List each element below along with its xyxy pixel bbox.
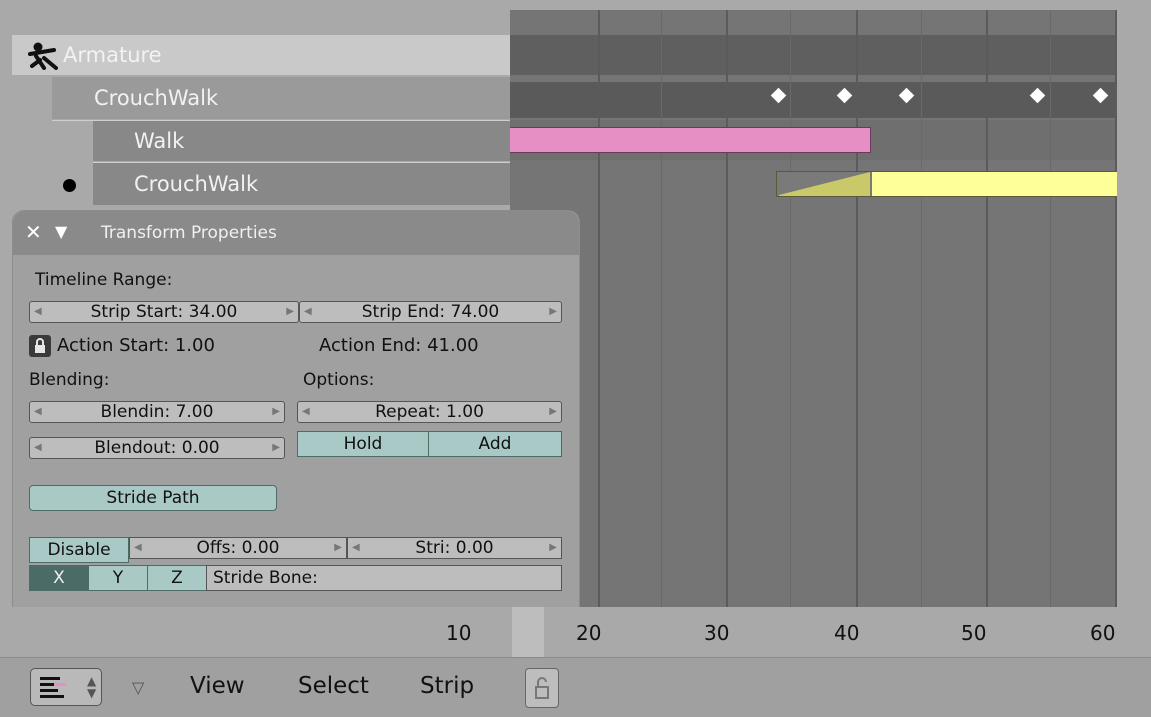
nla-editor: Armature CrouchWalk Walk CrouchWalk ✕ ▼ … [0, 0, 1151, 717]
frame-ruler[interactable]: 10 20 30 40 50 60 [0, 607, 1118, 657]
ruler-tick: 10 [446, 621, 472, 645]
offs-field[interactable]: ◀ Offs: 0.00 ▶ [129, 537, 347, 559]
action-row-band [510, 82, 1117, 118]
strip-start-field[interactable]: ◀ Strip Start: 34.00 ▶ [29, 301, 299, 323]
increment-arrow-icon[interactable]: ▶ [549, 402, 557, 422]
hold-button[interactable]: Hold [297, 431, 429, 457]
walk-strip[interactable] [510, 127, 871, 153]
menu-strip[interactable]: Strip [420, 673, 474, 699]
grid-line [856, 10, 858, 607]
grid-line [790, 10, 791, 607]
add-button[interactable]: Add [428, 431, 562, 457]
armature-row-band [510, 35, 1117, 75]
channel-strip-crouch-label: CrouchWalk [134, 172, 259, 196]
ruler-tick: 60 [1090, 621, 1116, 645]
panel-header[interactable]: ✕ ▼ Transform Properties [13, 211, 579, 255]
blendout-field[interactable]: ◀ Blendout: 0.00 ▶ [29, 437, 285, 459]
panel-title: Transform Properties [101, 223, 277, 243]
axis-y-button[interactable]: Y [88, 565, 148, 591]
decrement-arrow-icon[interactable]: ◀ [134, 538, 142, 558]
menu-view[interactable]: View [190, 673, 245, 699]
blending-label: Blending: [29, 370, 110, 390]
axis-x-button[interactable]: X [29, 565, 89, 591]
decrement-arrow-icon[interactable]: ◀ [302, 402, 310, 422]
action-end-value: Action End: 41.00 [319, 335, 479, 356]
editor-type-icon [40, 677, 66, 698]
grid-line [986, 10, 988, 607]
lock-icon[interactable] [29, 335, 51, 357]
action-start-value: Action Start: 1.00 [57, 335, 215, 356]
channel-strip-walk-label: Walk [134, 129, 185, 153]
stri-field[interactable]: ◀ Stri: 0.00 ▶ [347, 537, 562, 559]
pin-icon[interactable] [525, 668, 559, 708]
increment-arrow-icon[interactable]: ▶ [272, 438, 280, 458]
channel-action-label: CrouchWalk [94, 86, 219, 110]
blendin-field[interactable]: ◀ Blendin: 7.00 ▶ [29, 401, 285, 423]
crouchwalk-strip[interactable] [776, 171, 1117, 197]
menu-arrow-icon[interactable]: ▽ [132, 678, 144, 697]
menu-select[interactable]: Select [298, 673, 369, 699]
timeline-range-label: Timeline Range: [35, 270, 173, 290]
decrement-arrow-icon[interactable]: ◀ [304, 302, 312, 322]
disable-button[interactable]: Disable [29, 537, 129, 563]
collapse-triangle-icon[interactable]: ▼ [55, 222, 67, 241]
axis-z-button[interactable]: Z [147, 565, 207, 591]
ruler-tick: 30 [704, 621, 730, 645]
decrement-arrow-icon[interactable]: ◀ [34, 438, 42, 458]
options-label: Options: [303, 370, 375, 390]
increment-arrow-icon[interactable]: ▶ [549, 538, 557, 558]
channel-armature-label: Armature [63, 43, 162, 67]
ruler-tick: 50 [961, 621, 987, 645]
editor-type-selector[interactable]: ▲ ▼ [30, 668, 102, 706]
increment-arrow-icon[interactable]: ▶ [549, 302, 557, 322]
blend-ramp [777, 172, 872, 196]
ruler-tick: 40 [834, 621, 860, 645]
armature-icon [26, 40, 60, 70]
up-down-arrow-icon: ▲ ▼ [87, 674, 97, 700]
stride-path-button[interactable]: Stride Path [29, 485, 277, 511]
editor-header: ▲ ▼ ▽ View Select Strip [0, 657, 1151, 717]
strip-end-field[interactable]: ◀ Strip End: 74.00 ▶ [299, 301, 562, 323]
transform-properties-panel: ✕ ▼ Transform Properties Timeline Range:… [12, 210, 580, 610]
decrement-arrow-icon[interactable]: ◀ [34, 302, 42, 322]
window-edge [1117, 10, 1151, 607]
stride-bone-field[interactable]: Stride Bone: [206, 565, 562, 591]
close-icon[interactable]: ✕ [25, 220, 42, 244]
grid-line [1050, 10, 1051, 607]
grid-line [921, 10, 922, 607]
grid-line [661, 10, 662, 607]
increment-arrow-icon[interactable]: ▶ [334, 538, 342, 558]
decrement-arrow-icon[interactable]: ◀ [352, 538, 360, 558]
grid-line [598, 10, 600, 607]
grid-line [726, 10, 728, 607]
active-dot-icon [63, 179, 76, 192]
nla-timeline[interactable] [510, 10, 1117, 607]
ruler-tick: 20 [576, 621, 602, 645]
repeat-field[interactable]: ◀ Repeat: 1.00 ▶ [297, 401, 562, 423]
increment-arrow-icon[interactable]: ▶ [286, 302, 294, 322]
decrement-arrow-icon[interactable]: ◀ [34, 402, 42, 422]
ruler-gap [512, 607, 544, 657]
increment-arrow-icon[interactable]: ▶ [272, 402, 280, 422]
